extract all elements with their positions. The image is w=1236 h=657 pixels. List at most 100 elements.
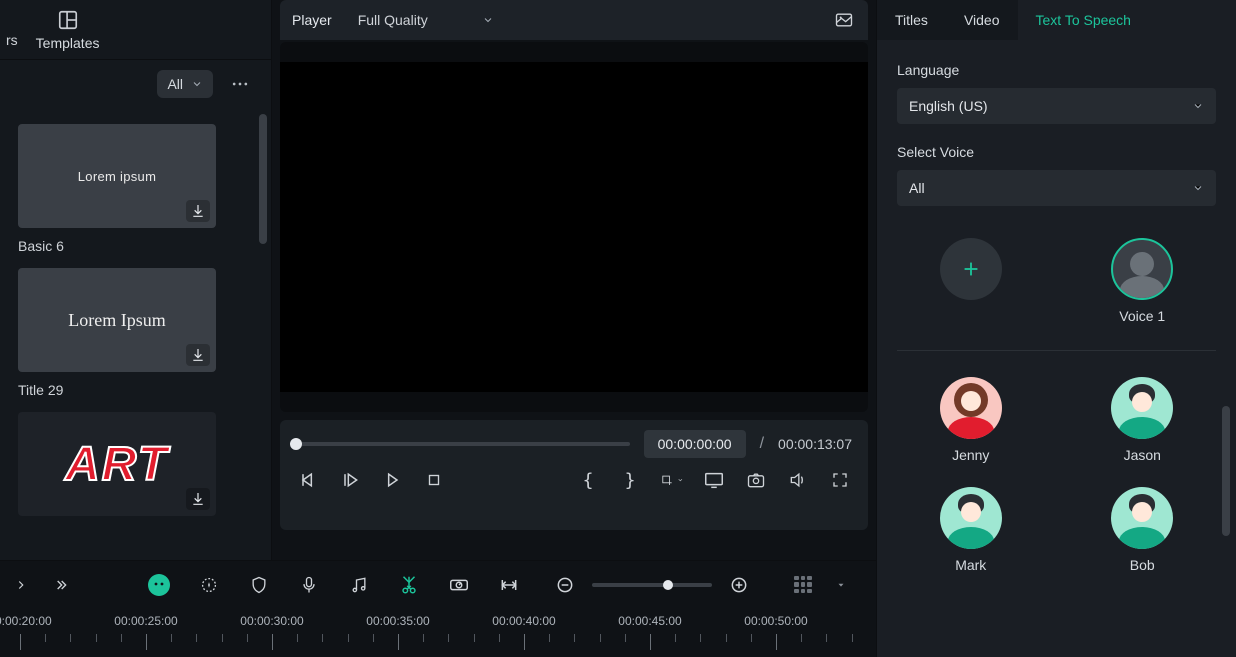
templates-filter[interactable]: All — [157, 70, 213, 98]
forward-button[interactable] — [380, 468, 404, 492]
zoom-out-icon — [555, 575, 575, 595]
ruler-tick-minor — [574, 634, 575, 642]
partial-tab[interactable]: rs — [6, 32, 18, 48]
left-tabs: rs Templates — [0, 0, 271, 60]
template-preview-text: Lorem Ipsum — [68, 310, 165, 331]
fullscreen-button[interactable] — [828, 468, 852, 492]
mark-out-button[interactable]: } — [618, 468, 642, 492]
avatar-tool-button[interactable] — [146, 572, 172, 598]
timeline-ruler[interactable]: 00:00:20:0000:00:25:0000:00:30:0000:00:3… — [0, 608, 876, 657]
zoom-slider[interactable] — [592, 583, 712, 587]
voice-mark[interactable] — [940, 487, 1002, 549]
templates-list[interactable]: Lorem ipsum Basic 6 Lorem Ipsum Title 29 — [0, 108, 271, 560]
voice-filter-select[interactable]: All — [897, 170, 1216, 206]
seek-slider[interactable] — [296, 442, 630, 446]
auto-enhance-icon — [198, 574, 220, 596]
expand-panel-button[interactable] — [48, 572, 74, 598]
more-button[interactable] — [223, 69, 257, 99]
voiceover-button[interactable] — [296, 572, 322, 598]
prev-panel-button[interactable] — [8, 572, 34, 598]
download-button[interactable] — [186, 488, 210, 510]
ruler-label: 00:00:35:00 — [366, 614, 429, 628]
ruler-tick-minor — [801, 634, 802, 642]
voice-bob[interactable] — [1111, 487, 1173, 549]
display-icon — [703, 469, 725, 491]
download-button[interactable] — [186, 344, 210, 366]
ruler-tick-minor — [322, 634, 323, 642]
play-button[interactable] — [338, 468, 362, 492]
template-thumb[interactable]: Lorem ipsum — [18, 124, 216, 228]
ruler-tick-major — [524, 634, 525, 650]
avatar-male-icon — [940, 487, 1002, 549]
voice-name — [969, 308, 973, 324]
stop-button[interactable] — [422, 468, 446, 492]
ruler-tick-minor — [96, 634, 97, 642]
timeline-toolbar — [0, 560, 876, 608]
snapshot-button[interactable] — [744, 468, 768, 492]
voice-name: Jenny — [952, 447, 989, 463]
player-title: Player — [292, 12, 332, 28]
language-select[interactable]: English (US) — [897, 88, 1216, 124]
auto-enhance-button[interactable] — [196, 572, 222, 598]
mark-in-button[interactable]: { — [576, 468, 600, 492]
marker-button[interactable] — [246, 572, 272, 598]
split-button[interactable] — [396, 572, 422, 598]
ruler-tick-minor — [600, 634, 601, 642]
ruler-tick-minor — [70, 634, 71, 642]
voice-jason[interactable] — [1111, 377, 1173, 439]
ruler-label: 00:00:25:00 — [114, 614, 177, 628]
voice-label: Select Voice — [897, 144, 1216, 160]
chevron-right-icon — [14, 578, 28, 592]
voice-name: Mark — [955, 557, 986, 573]
seek-knob[interactable] — [290, 438, 302, 450]
crop-icon — [660, 470, 673, 490]
template-preview-text: Lorem ipsum — [78, 169, 156, 184]
chevron-down-icon — [1192, 100, 1204, 112]
template-thumb[interactable]: ART — [18, 412, 216, 516]
speed-button[interactable] — [446, 572, 472, 598]
zoom-out-button[interactable] — [552, 572, 578, 598]
tab-video[interactable]: Video — [946, 0, 1018, 40]
ruler-tick-minor — [625, 634, 626, 642]
tab-templates[interactable]: Templates — [36, 9, 100, 51]
fit-button[interactable] — [496, 572, 522, 598]
video-viewport[interactable] — [280, 42, 868, 412]
voice-jenny[interactable] — [940, 377, 1002, 439]
voice-custom-1[interactable] — [1111, 238, 1173, 300]
download-button[interactable] — [186, 200, 210, 222]
ruler-tick-minor — [852, 634, 853, 642]
custom-voices: Voice 1 — [897, 230, 1216, 324]
templates-scrollbar[interactable] — [259, 114, 267, 244]
volume-button[interactable] — [786, 468, 810, 492]
ruler-tick-major — [272, 634, 273, 650]
ruler-tick-minor — [297, 634, 298, 642]
avatar-female-icon — [940, 377, 1002, 439]
current-time: 00:00:00:00 — [644, 430, 746, 458]
quality-dropdown[interactable]: Full Quality — [348, 8, 504, 32]
preset-voices: Jenny Jason — [897, 369, 1216, 573]
ruler-label: 00:00:45:00 — [618, 614, 681, 628]
crop-button[interactable] — [660, 468, 684, 492]
display-button[interactable] — [702, 468, 726, 492]
tab-tts[interactable]: Text To Speech — [1018, 0, 1149, 40]
tab-titles[interactable]: Titles — [877, 0, 946, 40]
prev-frame-icon — [298, 470, 318, 490]
voice-name: Jason — [1124, 447, 1161, 463]
track-layout-menu[interactable] — [828, 572, 854, 598]
templates-filter-label: All — [167, 76, 183, 92]
download-icon — [190, 491, 206, 507]
snapshot-panel-button[interactable] — [832, 8, 856, 32]
template-preview-text: ART — [65, 437, 169, 492]
ruler-label: 00:00:40:00 — [492, 614, 555, 628]
track-layout-button[interactable] — [790, 572, 816, 598]
template-thumb[interactable]: Lorem Ipsum — [18, 268, 216, 372]
ruler-label: 00:00:30:00 — [240, 614, 303, 628]
audio-button[interactable] — [346, 572, 372, 598]
quality-label: Full Quality — [358, 12, 428, 28]
prev-frame-button[interactable] — [296, 468, 320, 492]
zoom-knob[interactable] — [663, 580, 673, 590]
zoom-in-button[interactable] — [726, 572, 752, 598]
add-voice-button[interactable] — [940, 238, 1002, 300]
right-scrollbar[interactable] — [1222, 406, 1230, 536]
time-separator: / — [760, 435, 764, 453]
